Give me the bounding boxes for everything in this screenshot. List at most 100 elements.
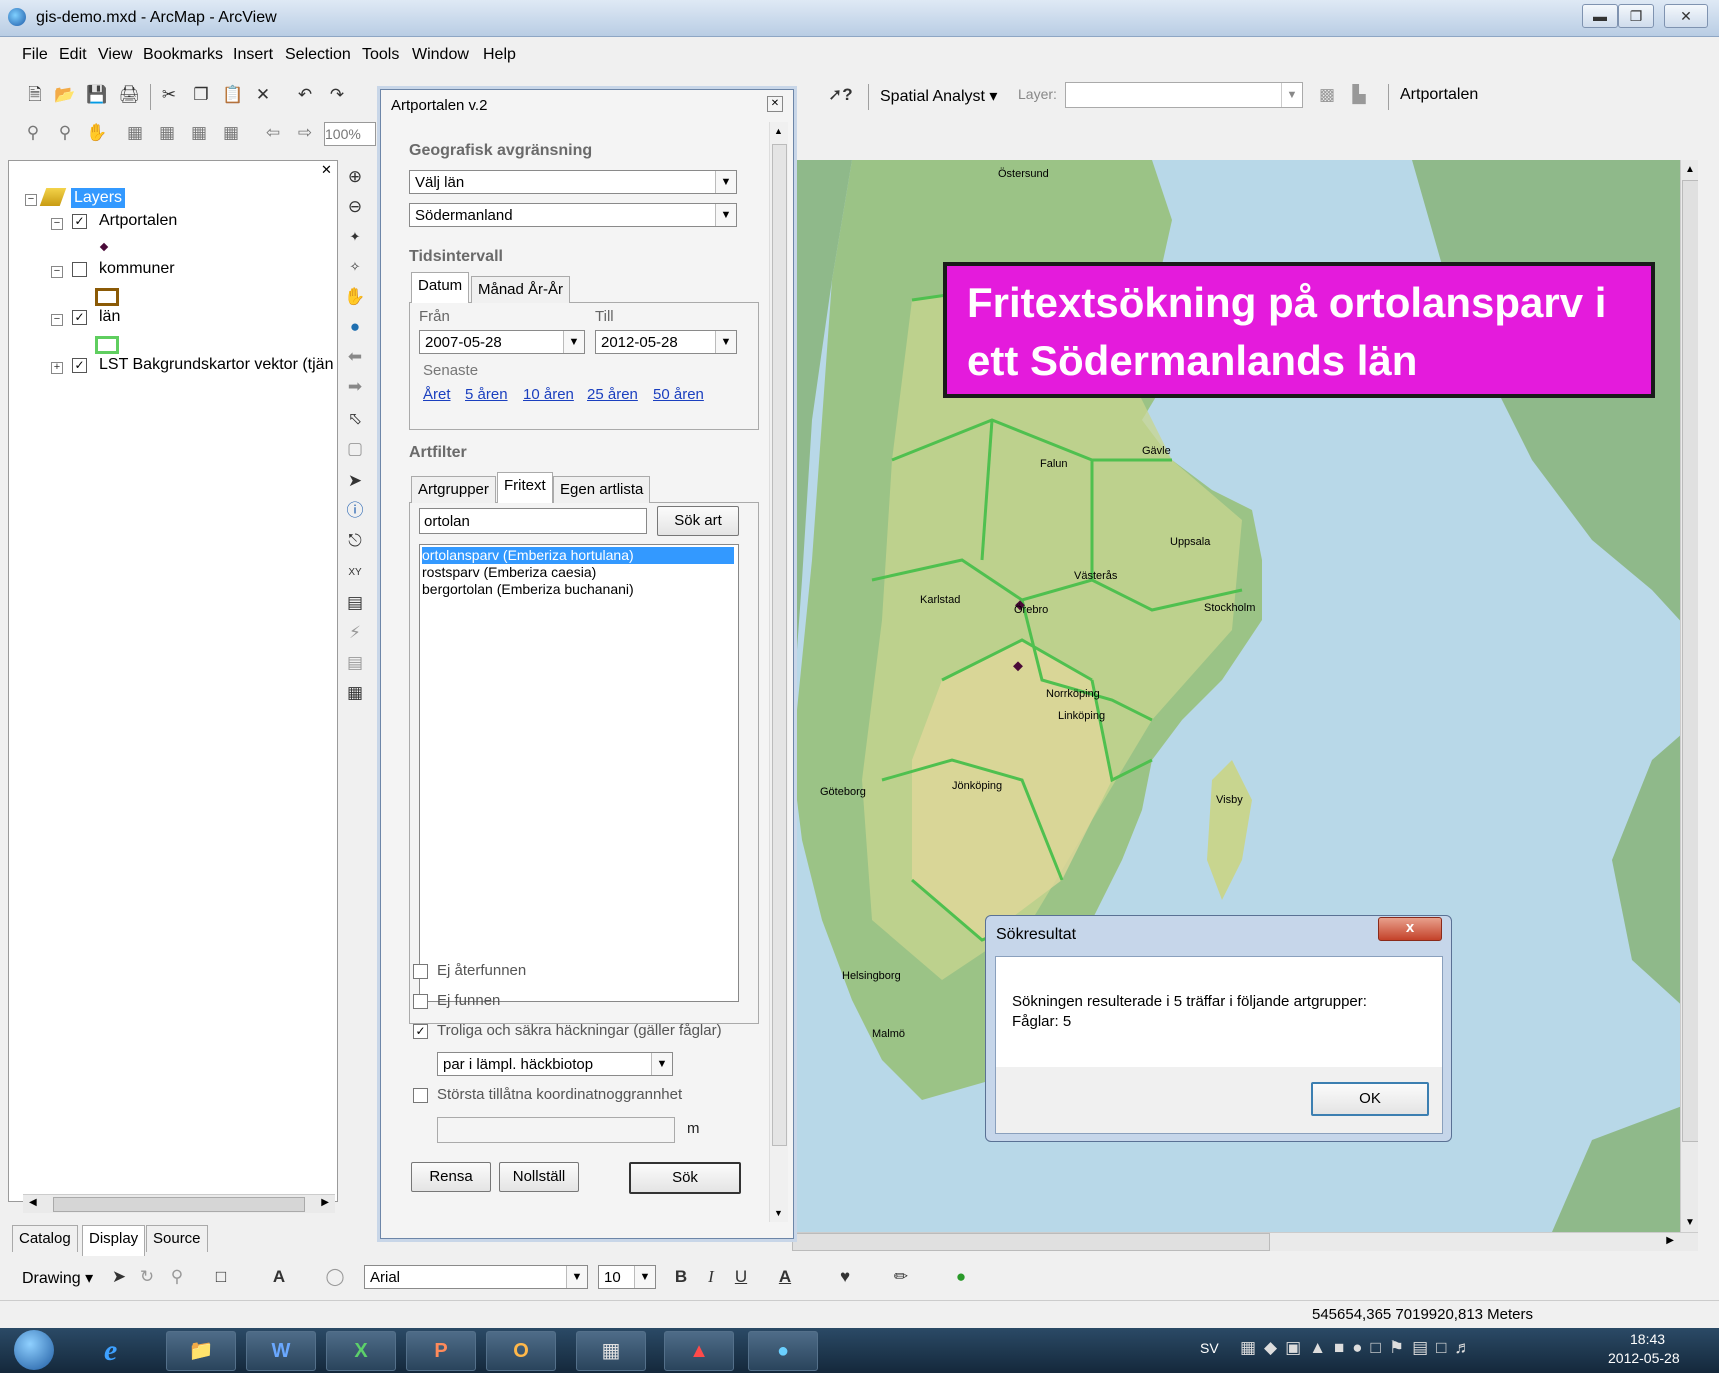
restore-icon[interactable]: ❐ bbox=[1618, 4, 1654, 28]
expand-icon[interactable]: + bbox=[51, 362, 63, 374]
not-refound-checkbox[interactable] bbox=[413, 964, 428, 979]
panel-scrollbar[interactable]: ▲ ▼ bbox=[769, 122, 788, 1222]
accuracy-checkbox[interactable] bbox=[413, 1088, 428, 1103]
search-species-button[interactable]: Sök art bbox=[657, 506, 739, 536]
menu-selection[interactable]: Selection bbox=[285, 46, 351, 64]
page-zoom-icon[interactable]: ▦ bbox=[124, 122, 146, 144]
layer-name[interactable]: län bbox=[99, 308, 120, 326]
tab-manad-ar[interactable]: Månad År-År bbox=[471, 276, 571, 303]
whats-this-icon[interactable]: ➚? bbox=[828, 84, 853, 106]
histogram-icon[interactable]: ▙ bbox=[1348, 84, 1370, 106]
to-date-picker[interactable]: 2012-05-28 ▼ bbox=[595, 330, 737, 354]
search-button[interactable]: Sök bbox=[629, 1162, 741, 1194]
word-taskbar-icon[interactable]: W bbox=[246, 1331, 316, 1371]
menu-file[interactable]: File bbox=[22, 46, 48, 64]
collapse-icon[interactable]: − bbox=[51, 266, 63, 278]
acrobat-taskbar-icon[interactable]: ▲ bbox=[664, 1331, 734, 1371]
ok-button[interactable]: OK bbox=[1311, 1082, 1429, 1116]
toc-horizontal-scrollbar[interactable]: ◀ ▶ bbox=[23, 1194, 335, 1213]
close-window-icon[interactable]: ✕ bbox=[1664, 4, 1708, 28]
edit-vertices-icon[interactable]: ◯ bbox=[324, 1266, 346, 1288]
layer-select[interactable]: ▼ bbox=[1065, 82, 1303, 108]
drawing-menu[interactable]: Drawing ▾ bbox=[22, 1268, 93, 1288]
print-icon[interactable]: 🖨 bbox=[118, 84, 140, 106]
menu-edit[interactable]: Edit bbox=[59, 46, 87, 64]
recent-link-year[interactable]: Året bbox=[423, 386, 451, 403]
select-arrow-icon[interactable]: ➤ bbox=[108, 1266, 130, 1288]
zoom-percent-field[interactable]: 100% bbox=[324, 122, 376, 146]
fixed-zoom-in-icon[interactable]: ✦ bbox=[344, 226, 366, 248]
powerpoint-taskbar-icon[interactable]: P bbox=[406, 1331, 476, 1371]
tab-egen-artlista[interactable]: Egen artlista bbox=[553, 476, 651, 503]
fill-color-icon[interactable]: ♥ bbox=[834, 1266, 856, 1288]
panel-close-icon[interactable]: ✕ bbox=[767, 96, 783, 112]
toc-close-icon[interactable]: ✕ bbox=[321, 162, 332, 178]
start-button-icon[interactable] bbox=[14, 1330, 54, 1370]
pan-layout-icon[interactable]: ✋ bbox=[86, 122, 108, 144]
menu-window[interactable]: Window bbox=[412, 46, 469, 64]
page-fit-icon[interactable]: ▦ bbox=[156, 122, 178, 144]
menu-bookmarks[interactable]: Bookmarks bbox=[143, 46, 223, 64]
clear-button[interactable]: Rensa bbox=[411, 1162, 491, 1192]
artportalen-toolbar-button[interactable]: Artportalen bbox=[1400, 86, 1478, 104]
undo-icon[interactable]: ↶ bbox=[294, 84, 316, 106]
internet-explorer-icon[interactable]: e bbox=[104, 1334, 117, 1368]
tray-icons[interactable]: ▦◆▣▲■●□⚑▤□♬ bbox=[1240, 1338, 1479, 1358]
clock-date[interactable]: 2012-05-28 bbox=[1608, 1350, 1680, 1366]
species-list[interactable]: ortolansparv (Emberiza hortulana) rostsp… bbox=[419, 544, 739, 1002]
from-date-picker[interactable]: 2007-05-28 ▼ bbox=[419, 330, 585, 354]
arcmap-taskbar-icon[interactable]: ● bbox=[748, 1331, 818, 1371]
copy-icon[interactable]: ❐ bbox=[190, 84, 212, 106]
collapse-icon[interactable]: − bbox=[51, 314, 63, 326]
excel-taskbar-icon[interactable]: X bbox=[326, 1331, 396, 1371]
identify-icon[interactable]: ⓘ bbox=[344, 500, 366, 522]
menu-view[interactable]: View bbox=[98, 46, 132, 64]
accuracy-input[interactable] bbox=[437, 1117, 675, 1143]
fixed-zoom-out-icon[interactable]: ✧ bbox=[344, 256, 366, 278]
paste-icon[interactable]: 📋 bbox=[222, 84, 244, 106]
outlook-taskbar-icon[interactable]: O bbox=[486, 1331, 556, 1371]
font-color-icon[interactable]: A bbox=[774, 1266, 796, 1288]
map-vertical-scrollbar[interactable]: ▲ ▼ bbox=[1680, 160, 1698, 1232]
explorer-taskbar-icon[interactable]: 📁 bbox=[166, 1331, 236, 1371]
county-select[interactable]: Södermanland ▼ bbox=[409, 203, 737, 227]
layer-checkbox[interactable]: ✓ bbox=[72, 310, 87, 325]
dialog-close-button[interactable]: x bbox=[1378, 917, 1442, 941]
map-horizontal-scrollbar[interactable]: ▶ bbox=[792, 1232, 1698, 1251]
line-color-icon[interactable]: ✏ bbox=[890, 1266, 912, 1288]
marker-color-icon[interactable]: ● bbox=[950, 1266, 972, 1288]
spatial-analyst-menu[interactable]: Spatial Analyst ▾ bbox=[880, 86, 997, 106]
cut-icon[interactable]: ✂ bbox=[158, 84, 180, 106]
bold-icon[interactable]: B bbox=[670, 1266, 692, 1288]
tab-source[interactable]: Source bbox=[146, 1225, 208, 1252]
text-icon[interactable]: A bbox=[268, 1266, 290, 1288]
layer-name[interactable]: LST Bakgrundskartor vektor (tjän bbox=[99, 356, 333, 374]
clock-time[interactable]: 18:43 bbox=[1630, 1331, 1665, 1347]
collapse-icon[interactable]: − bbox=[51, 218, 63, 230]
breeding-select[interactable]: par i lämpl. häckbiotop ▼ bbox=[437, 1052, 673, 1076]
full-extent-icon[interactable]: ● bbox=[344, 316, 366, 338]
tab-fritext[interactable]: Fritext bbox=[497, 472, 553, 503]
new-document-icon[interactable]: 🗎 bbox=[24, 84, 46, 106]
breeding-checkbox[interactable]: ✓ bbox=[413, 1024, 428, 1039]
zoom-out-icon[interactable]: ⊖ bbox=[344, 196, 366, 218]
html-popup-icon[interactable]: ▤ bbox=[344, 652, 366, 674]
arccatalog-taskbar-icon[interactable]: ▦ bbox=[576, 1331, 646, 1371]
find-icon[interactable]: ⎋ bbox=[344, 530, 366, 552]
delete-icon[interactable]: ✕ bbox=[252, 84, 274, 106]
list-item[interactable]: rostsparv (Emberiza caesia) bbox=[422, 564, 596, 581]
recent-link-25[interactable]: 25 åren bbox=[587, 386, 638, 403]
layer-checkbox[interactable]: ✓ bbox=[72, 214, 87, 229]
forward-extent-icon[interactable]: ➡ bbox=[344, 376, 366, 398]
layers-root[interactable]: Layers bbox=[71, 188, 126, 208]
menu-help[interactable]: Help bbox=[483, 46, 516, 64]
menu-tools[interactable]: Tools bbox=[362, 46, 399, 64]
region-type-select[interactable]: Välj län ▼ bbox=[409, 170, 737, 194]
page-100-icon[interactable]: ▦ bbox=[220, 122, 242, 144]
recent-link-5[interactable]: 5 åren bbox=[465, 386, 508, 403]
language-indicator[interactable]: SV bbox=[1200, 1340, 1219, 1356]
font-select[interactable]: Arial ▼ bbox=[364, 1265, 588, 1289]
collapse-icon[interactable]: − bbox=[25, 194, 37, 206]
italic-icon[interactable]: I bbox=[700, 1266, 722, 1288]
menu-insert[interactable]: Insert bbox=[233, 46, 273, 64]
